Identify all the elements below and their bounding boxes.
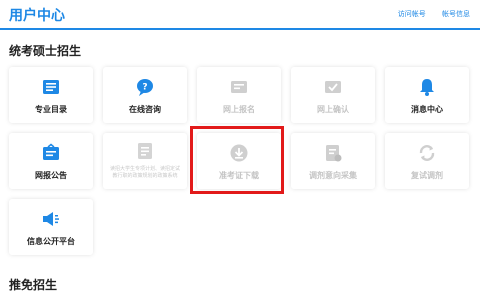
refresh-arrows-icon: [419, 145, 435, 161]
card-program-catalog[interactable]: 专业目录: [9, 67, 93, 123]
form-edit-icon: [326, 145, 342, 162]
section-title-recommended-admission: 推免招生: [9, 278, 58, 292]
card-label: 专业目录: [35, 105, 67, 114]
card-label: 在线咨询: [129, 105, 161, 114]
card-online-confirmation: 网上确认: [291, 67, 375, 123]
card-label: 调剂意向采集: [309, 171, 357, 180]
header-links: 访问帐号 帐号信息: [384, 9, 470, 19]
card-label: 复试调剂: [411, 171, 443, 180]
book-list-icon: [43, 80, 59, 94]
card-message-center[interactable]: 消息中心: [385, 67, 469, 123]
card-adjustment-intent: 调剂意向采集: [291, 133, 375, 189]
bell-icon: [420, 79, 434, 96]
notice-board-icon: [43, 143, 59, 160]
header-link-account-access[interactable]: 访问帐号: [398, 10, 426, 18]
top-bar: 用户中心 访问帐号 帐号信息: [0, 0, 480, 30]
card-label: 网报公告: [35, 171, 67, 180]
card-online-registration: 网上报名: [197, 67, 281, 123]
card-online-consult[interactable]: ? 在线咨询: [103, 67, 187, 123]
section-title-unified-exam: 统考硕士招生: [9, 44, 82, 58]
id-card-icon: [231, 81, 247, 93]
chat-question-icon: ?: [137, 79, 153, 96]
card-description: 读招大学生专项计划、读招定试教行职的政策规划的政策系统: [109, 166, 180, 179]
card-special-program: 读招大学生专项计划、读招定试教行职的政策规划的政策系统: [103, 133, 187, 189]
document-icon: [138, 143, 152, 159]
card-label: 网上报名: [223, 105, 255, 114]
header-link-account-info[interactable]: 帐号信息: [442, 10, 470, 18]
svg-text:?: ?: [142, 83, 147, 93]
card-label: 信息公开平台: [27, 237, 75, 246]
page-title: 用户中心: [9, 8, 65, 24]
card-retest-adjustment: 复试调剂: [385, 133, 469, 189]
highlight-box: [190, 126, 284, 194]
card-label: 消息中心: [411, 105, 443, 114]
card-registration-notice[interactable]: 网报公告: [9, 133, 93, 189]
megaphone-icon: [43, 212, 59, 226]
card-label: 网上确认: [317, 105, 349, 114]
card-info-disclosure-platform[interactable]: 信息公开平台: [9, 199, 93, 255]
id-check-icon: [325, 81, 341, 93]
